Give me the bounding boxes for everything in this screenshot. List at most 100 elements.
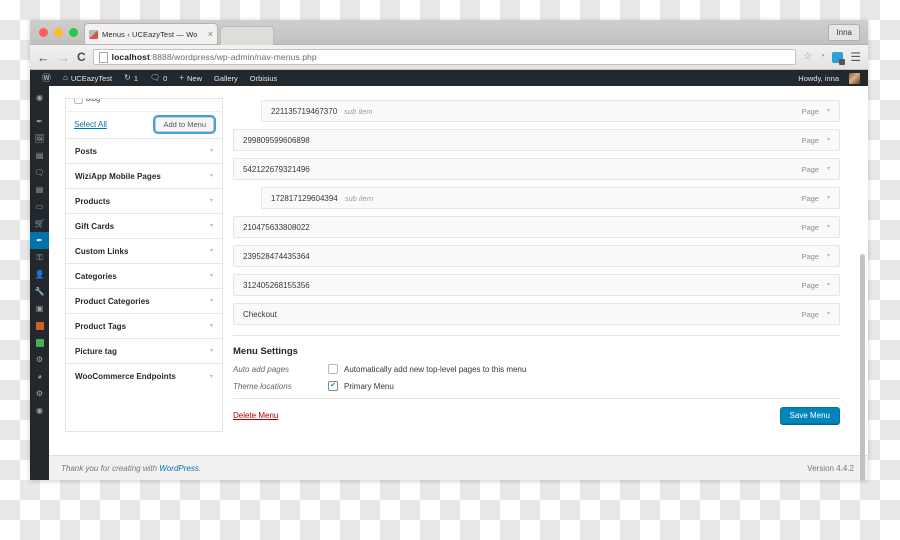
sidebar-item-plugins[interactable]: ⚿ (30, 249, 49, 266)
sidebar-item-gear-two[interactable]: ⚙ (30, 385, 49, 402)
sidebar-item-slider[interactable]: ▭ (30, 198, 49, 215)
primary-menu-control[interactable]: ✔ Primary Menu (328, 381, 394, 391)
delete-menu-link[interactable]: Delete Menu (233, 411, 278, 420)
add-to-menu-button[interactable]: Add to Menu (155, 117, 214, 132)
chevron-down-icon: ▾ (209, 373, 213, 380)
auto-add-pages-checkbox[interactable] (328, 364, 338, 374)
reload-icon[interactable]: C (77, 51, 86, 63)
menu-item-meta: Page ▾ (801, 281, 830, 290)
accordion-section-picture-tag[interactable]: Picture tag ▾ (66, 339, 222, 364)
maximize-window-button[interactable] (69, 28, 78, 37)
save-menu-button[interactable]: Save Menu (779, 407, 840, 424)
menu-settings-heading: Menu Settings (233, 346, 298, 357)
menu-item-row[interactable]: 239528474435364 Page ▾ (233, 245, 840, 267)
sidebar-item-location[interactable]: ◕ (30, 368, 49, 385)
sidebar-item-media[interactable]: 🖼 (30, 130, 49, 147)
sidebar-item-orange-plugin[interactable] (30, 317, 49, 334)
close-window-button[interactable] (39, 28, 48, 37)
accordion-section-products[interactable]: Products ▾ (66, 189, 222, 214)
footer-thanks-prefix: Thank you for creating with (61, 464, 160, 473)
accordion-section-product-tags[interactable]: Product Tags ▾ (66, 314, 222, 339)
wordpress-link[interactable]: WordPress (159, 464, 199, 473)
checkbox[interactable] (74, 99, 83, 104)
url-path: :8888/wordpress/wp-admin/nav-menus.php (149, 52, 317, 62)
menu-item-row[interactable]: 172817129604394 sub item Page ▾ (261, 187, 840, 209)
orbisius-menu[interactable]: Orbisius (244, 70, 284, 86)
avatar (849, 72, 860, 84)
address-bar[interactable]: localhost:8888/wordpress/wp-admin/nav-me… (92, 49, 797, 65)
accordion-section-wiziapp-mobile-pages[interactable]: WiziApp Mobile Pages ▾ (66, 164, 222, 189)
auto-add-pages-text: Automatically add new top-level pages to… (344, 364, 527, 374)
sidebar-item-gear-one[interactable]: ⚙ (30, 351, 49, 368)
accordion-section-woocommerce-endpoints[interactable]: WooCommerce Endpoints ▾ (66, 364, 222, 389)
browser-menu-icon[interactable]: ☰ (850, 51, 861, 63)
sidebar-item-pages[interactable]: ▤ (30, 147, 49, 164)
scrollbar-thumb[interactable] (860, 254, 865, 480)
check-icon: ✔ (330, 382, 336, 389)
extension-icon[interactable] (832, 51, 846, 65)
menu-structure-panel: 221135719467370 sub item Page ▾ 29980959… (233, 98, 850, 432)
new-tab-button[interactable] (220, 26, 274, 45)
menu-item-meta: Page ▾ (801, 223, 830, 232)
gallery-menu[interactable]: Gallery (208, 70, 244, 86)
accordion-section-posts[interactable]: Posts ▾ (66, 139, 222, 164)
chevron-down-icon[interactable]: ▾ (827, 253, 830, 259)
primary-menu-checkbox[interactable]: ✔ (328, 381, 338, 391)
site-name-menu[interactable]: ⌂ UCEazyTest (57, 70, 118, 86)
sidebar-item-posts[interactable]: ✒ (30, 113, 49, 130)
accordion-section-categories[interactable]: Categories ▾ (66, 264, 222, 289)
sidebar-item-dashboard[interactable]: ◉ (30, 89, 49, 106)
browser-window: Menus ‹ UCEazyTest — Wo × Inna ← → C loc… (30, 20, 868, 480)
chevron-down-icon[interactable]: ▾ (827, 108, 830, 114)
browser-tab-active[interactable]: Menus ‹ UCEazyTest — Wo × (84, 23, 218, 44)
page-scrollbar[interactable] (858, 86, 866, 480)
page-info-icon[interactable] (98, 51, 108, 63)
accordion-section-custom-links[interactable]: Custom Links ▾ (66, 239, 222, 264)
sidebar-item-users[interactable]: 👤 (30, 266, 49, 283)
chevron-down-icon[interactable]: ▾ (827, 311, 830, 317)
browser-tab-title: Menus ‹ UCEazyTest — Wo (102, 29, 198, 39)
profile-badge[interactable]: Inna (828, 24, 860, 41)
bookmark-star-icon[interactable]: ☆ (803, 52, 812, 62)
sidebar-item-comments[interactable]: 🗨 (30, 164, 49, 181)
accordion-label: WiziApp Mobile Pages (75, 171, 161, 181)
chevron-down-icon[interactable]: ▾ (827, 224, 830, 230)
sidebar-item-appearance[interactable]: ✒ (30, 232, 49, 249)
forward-icon[interactable]: → (57, 51, 70, 64)
favicon-icon (89, 29, 98, 39)
menu-item-row[interactable]: 312405268155356 Page ▾ (233, 274, 840, 296)
forms-icon: ▤ (35, 184, 44, 194)
menu-item-row[interactable]: Checkout Page ▾ (233, 303, 840, 325)
sidebar-item-settings-panel[interactable]: ▣ (30, 300, 49, 317)
chevron-down-icon[interactable]: ▾ (827, 282, 830, 288)
new-content-menu[interactable]: + New (173, 70, 208, 86)
minimize-window-button[interactable] (54, 28, 63, 37)
sidebar-item-tools[interactable]: 🔧 (30, 283, 49, 300)
chevron-down-icon[interactable]: ▾ (827, 166, 830, 172)
menu-item-row[interactable]: 542122679321496 Page ▾ (233, 158, 840, 180)
menu-item-type: Page (801, 280, 819, 290)
menu-item-row[interactable]: 299809599606898 Page ▾ (233, 129, 840, 151)
menu-item-row[interactable]: 210475633808022 Page ▾ (233, 216, 840, 238)
sidebar-item-forms[interactable]: ▤ (30, 181, 49, 198)
auto-add-pages-control[interactable]: Automatically add new top-level pages to… (328, 364, 526, 374)
chevron-down-icon[interactable]: ▾ (827, 195, 830, 201)
sidebar-collapse-button[interactable]: ◉ (30, 402, 49, 419)
chevron-down-icon[interactable]: ▾ (827, 137, 830, 143)
menu-item-title: 299809599606898 (243, 135, 310, 145)
wp-version-label: Version 4.4.2 (807, 464, 854, 473)
account-area[interactable]: Howdy, inna (792, 70, 862, 86)
howdy-label: Howdy, inna (798, 73, 839, 83)
select-all-link[interactable]: Select All (74, 120, 107, 129)
updates-indicator[interactable]: ↻ 1 (118, 70, 144, 86)
comments-indicator[interactable]: 🗨 0 (144, 70, 173, 86)
sidebar-item-woocommerce[interactable]: 🛒 (30, 215, 49, 232)
sidebar-item-green-plugin[interactable] (30, 334, 49, 351)
accordion-section-product-categories[interactable]: Product Categories ▾ (66, 289, 222, 314)
wp-logo-menu[interactable]: Ⓦ (36, 70, 57, 86)
menu-item-row[interactable]: 221135719467370 sub item Page ▾ (261, 100, 840, 122)
close-icon[interactable]: × (208, 29, 213, 39)
back-icon[interactable]: ← (37, 51, 50, 64)
accordion-section-gift-cards[interactable]: Gift Cards ▾ (66, 214, 222, 239)
history-clock-icon[interactable]: ◔ (819, 52, 825, 62)
